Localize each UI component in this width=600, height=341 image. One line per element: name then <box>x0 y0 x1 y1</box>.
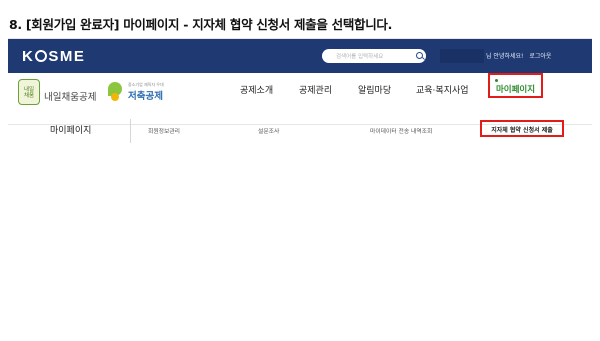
search-icon[interactable] <box>416 52 423 59</box>
savings-leaf-icon <box>106 81 124 103</box>
subnav-item-member-info[interactable]: 회원정보관리 <box>148 126 180 135</box>
user-name-redacted <box>440 49 484 63</box>
subnav-title: 마이페이지 <box>50 126 92 136</box>
step-instruction-title: 8. [회원가입 완료자] 마이페이지 - 지자체 협약 신청서 제출을 선택합… <box>9 17 393 32</box>
greeting-text: 님 안녕하세요! <box>486 53 524 60</box>
logo-o-circle <box>35 50 48 62</box>
menu-dot-icon <box>495 79 498 82</box>
search-input[interactable]: 검색어를 입력하세요 <box>322 49 426 63</box>
brand1-label: 내일채움공제 <box>44 92 97 103</box>
menu-item-management[interactable]: 공제관리 <box>299 83 332 96</box>
logout-link[interactable]: 로그아웃 <box>529 53 551 60</box>
brand2-label: 저축공제 <box>128 91 163 102</box>
menu-item-notices[interactable]: 알림마당 <box>358 83 391 96</box>
subnav-item-survey[interactable]: 설문조사 <box>258 126 279 135</box>
subnav-item-municipal-agreement-highlighted[interactable]: 지자체 협약 신청서 제출 <box>480 120 564 137</box>
subnav-divider <box>130 119 131 143</box>
main-navigation: 내일 채움 내일채움공제 중소기업 재직자 우대 저축공제 공제소개 공제관리 알… <box>8 73 592 125</box>
menu-item-mypage-highlighted[interactable]: 마이페이지 <box>488 73 543 98</box>
kosme-logo[interactable]: K SME <box>22 48 85 65</box>
top-header-bar: K SME 검색어를 입력하세요 님 안녕하세요! 로그아웃 <box>8 39 592 73</box>
subnav-item-mydata-history[interactable]: 마이데이터 전송 내역조회 <box>370 126 432 135</box>
naeil-chaeum-logo-icon: 내일 채움 <box>18 79 40 105</box>
menu-item-education-welfare[interactable]: 교육·복지사업 <box>416 83 469 96</box>
mypage-subnav: 마이페이지 회원정보관리 설문조사 마이데이터 전송 내역조회 지자체 협약 신… <box>8 119 592 149</box>
kosme-site-screenshot: K SME 검색어를 입력하세요 님 안녕하세요! 로그아웃 내일 채움 내일채움공… <box>8 38 592 336</box>
greeting-area: 님 안녕하세요! 로그아웃 <box>486 51 551 60</box>
menu-item-intro[interactable]: 공제소개 <box>240 83 273 96</box>
